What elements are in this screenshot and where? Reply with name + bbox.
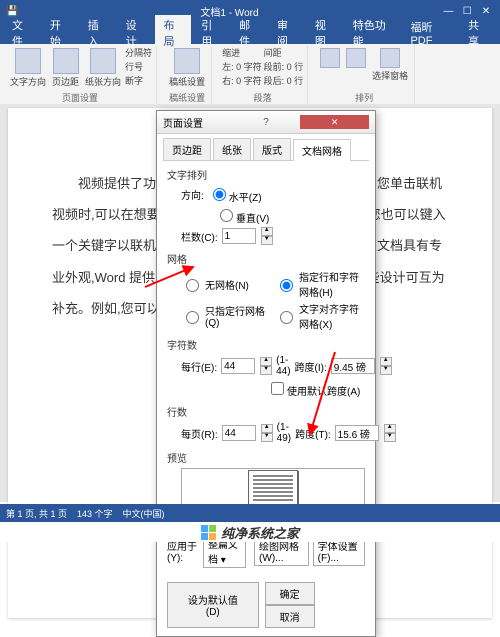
line-span-label: 跨度(T): xyxy=(295,426,331,441)
watermark-text: 纯净系统之家 xyxy=(221,523,299,542)
spacing-after[interactable]: 段后: 0 行 xyxy=(264,74,304,87)
per-page-range: (1-49) xyxy=(277,422,291,444)
char-span-input[interactable] xyxy=(331,358,375,374)
section-line-count: 行数 xyxy=(167,404,365,419)
dialog-title: 页面设置 xyxy=(163,115,232,130)
indent-right[interactable]: 右: 0 字符 xyxy=(222,74,262,87)
ribbon: 文字方向 页边距 纸张方向 分隔符 行号 断字 页面设置 稿纸设置 稿纸设置 缩… xyxy=(0,44,500,107)
spacing-label: 间距 xyxy=(264,46,304,59)
group-page-setup: 页面设置 xyxy=(62,91,98,104)
paper-button[interactable]: 稿纸设置 xyxy=(167,46,207,90)
dialog-close-icon[interactable]: ✕ xyxy=(300,115,369,129)
dlg-tab-margins[interactable]: 页边距 xyxy=(163,138,211,160)
text-direction-button[interactable]: 文字方向 xyxy=(8,46,48,90)
group-paper: 稿纸设置 xyxy=(169,91,205,104)
set-default-button[interactable]: 设为默认值(D) xyxy=(167,582,259,628)
group-arrange: 排列 xyxy=(355,91,373,104)
spin-down-icon[interactable]: ▼ xyxy=(261,236,273,245)
group-paragraph: 段落 xyxy=(254,91,272,104)
per-page-label: 每页(R): xyxy=(181,426,218,441)
indent-left[interactable]: 左: 0 字符 xyxy=(222,60,262,73)
per-line-input[interactable] xyxy=(221,358,255,374)
dlg-tab-layout[interactable]: 版式 xyxy=(253,138,291,160)
radio-line-grid[interactable]: 只指定行网格(Q) xyxy=(181,301,271,331)
section-preview: 预览 xyxy=(167,450,365,465)
dialog-help-icon[interactable]: ? xyxy=(232,117,301,128)
breaks-button[interactable]: 分隔符 xyxy=(125,46,152,59)
spin-up-icon[interactable]: ▲ xyxy=(261,227,273,236)
per-line-range: (1-44) xyxy=(276,355,290,377)
per-page-input[interactable] xyxy=(222,425,256,441)
minimize-icon[interactable]: — xyxy=(440,6,456,17)
section-char-count: 字符数 xyxy=(167,337,365,352)
tab-share[interactable]: 共享 xyxy=(460,15,496,51)
status-page[interactable]: 第 1 页, 共 1 页 xyxy=(6,507,67,520)
indent-label: 缩进 xyxy=(222,46,262,59)
ok-button[interactable]: 确定 xyxy=(265,582,315,605)
dlg-tab-paper[interactable]: 纸张 xyxy=(213,138,251,160)
selection-pane-button[interactable]: 选择窗格 xyxy=(370,46,410,84)
dlg-tab-docgrid[interactable]: 文档网格 xyxy=(293,139,351,161)
direction-label: 方向: xyxy=(181,187,204,202)
status-lang[interactable]: 中文(中国) xyxy=(123,507,165,520)
tab-pdf[interactable]: 福昕PDF xyxy=(402,17,458,49)
margins-button[interactable]: 页边距 xyxy=(50,46,81,90)
radio-char-grid[interactable]: 指定行和字符网格(H) xyxy=(275,269,365,299)
radio-align-grid[interactable]: 文字对齐字符网格(X) xyxy=(275,301,365,331)
page-setup-dialog: 页面设置 ? ✕ 页边距 纸张 版式 文档网格 文字排列 方向: 水平(Z) 垂… xyxy=(156,110,376,637)
status-words[interactable]: 143 个字 xyxy=(77,507,113,520)
line-numbers-button[interactable]: 行号 xyxy=(125,60,152,73)
cancel-button[interactable]: 取消 xyxy=(265,605,315,628)
columns-label: 栏数(C): xyxy=(181,229,218,244)
line-span-input[interactable] xyxy=(335,425,379,441)
use-default-span[interactable]: 使用默认跨度(A) xyxy=(267,379,360,398)
watermark: 纯净系统之家 xyxy=(0,522,500,542)
radio-no-grid[interactable]: 无网格(N) xyxy=(181,269,271,299)
char-span-label: 跨度(I): xyxy=(295,359,327,374)
section-grid: 网格 xyxy=(167,251,365,266)
radio-horizontal[interactable]: 水平(Z) xyxy=(208,185,262,204)
section-text-align: 文字排列 xyxy=(167,167,365,182)
per-line-label: 每行(E): xyxy=(181,359,217,374)
position-button[interactable] xyxy=(318,46,342,70)
orientation-button[interactable]: 纸张方向 xyxy=(83,46,123,90)
watermark-logo-icon xyxy=(201,524,217,540)
radio-vertical[interactable]: 垂直(V) xyxy=(215,206,269,225)
status-bar: 第 1 页, 共 1 页 143 个字 中文(中国) xyxy=(0,504,500,522)
hyphenation-button[interactable]: 断字 xyxy=(125,74,152,87)
columns-input[interactable] xyxy=(222,228,256,244)
wrap-button[interactable] xyxy=(344,46,368,70)
spacing-before[interactable]: 段前: 0 行 xyxy=(264,60,304,73)
ribbon-tabs: 文件 开始 插入 设计 布局 引用 邮件 审阅 视图 特色功能 福昕PDF 共享 xyxy=(0,22,500,44)
